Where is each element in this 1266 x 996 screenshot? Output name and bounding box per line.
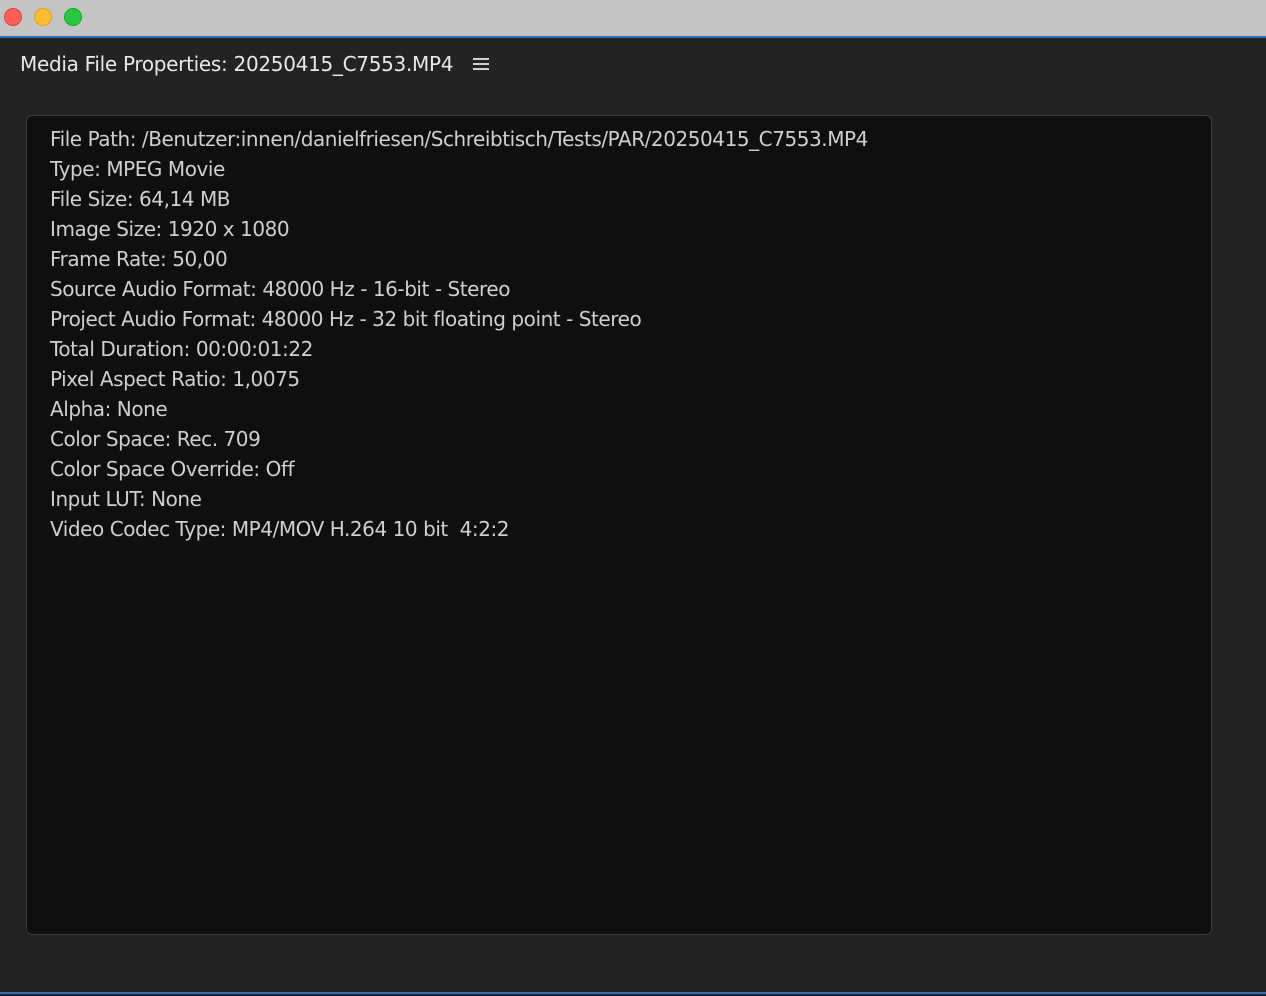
top-accent-line: [0, 36, 1266, 38]
property-line: File Path: /Benutzer:innen/danielfriesen…: [50, 127, 868, 151]
media-file-properties-window: Media File Properties: 20250415_C7553.MP…: [0, 0, 1266, 996]
property-line: Color Space Override: Off: [50, 457, 295, 481]
property-line: Total Duration: 00:00:01:22: [50, 337, 313, 361]
property-line: Type: MPEG Movie: [50, 157, 225, 181]
property-line: Color Space: Rec. 709: [50, 427, 261, 451]
properties-list: File Path: /Benutzer:innen/danielfriesen…: [27, 116, 1211, 544]
property-line: Input LUT: None: [50, 487, 202, 511]
property-line: Pixel Aspect Ratio: 1,0075: [50, 367, 300, 391]
bottom-accent-line: [0, 992, 1266, 994]
panel-header: Media File Properties: 20250415_C7553.MP…: [20, 48, 490, 80]
property-line: Video Codec Type: MP4/MOV H.264 10 bit 4…: [50, 517, 510, 541]
property-line: Image Size: 1920 x 1080: [50, 217, 290, 241]
property-line: Source Audio Format: 48000 Hz - 16-bit -…: [50, 277, 510, 301]
properties-text-area[interactable]: File Path: /Benutzer:innen/danielfriesen…: [26, 115, 1212, 935]
property-line: File Size: 64,14 MB: [50, 187, 231, 211]
property-line: Project Audio Format: 48000 Hz - 32 bit …: [50, 307, 642, 331]
property-line: Frame Rate: 50,00: [50, 247, 228, 271]
hamburger-menu-icon[interactable]: [473, 57, 490, 71]
property-line: Alpha: None: [50, 397, 168, 421]
maximize-window-button[interactable]: [64, 8, 82, 26]
minimize-window-button[interactable]: [34, 8, 52, 26]
window-title-bar[interactable]: [0, 0, 1266, 36]
panel-title: Media File Properties: 20250415_C7553.MP…: [20, 52, 454, 76]
close-window-button[interactable]: [4, 8, 22, 26]
